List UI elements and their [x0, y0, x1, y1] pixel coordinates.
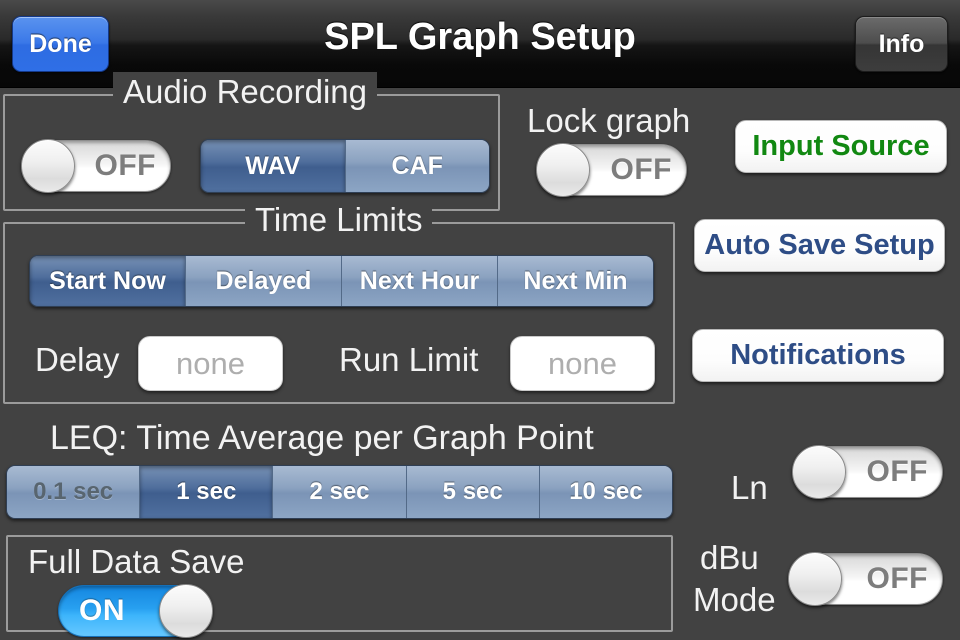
run-limit-label: Run Limit [339, 341, 479, 378]
segment-delayed[interactable]: Delayed [186, 256, 342, 306]
auto-save-setup-button[interactable]: Auto Save Setup [694, 219, 945, 272]
toggle-state-label: OFF [610, 153, 672, 186]
toggle-state-label: OFF [866, 455, 928, 488]
segment-2-sec[interactable]: 2 sec [273, 466, 407, 518]
time-limits-legend: Time Limits [245, 200, 433, 240]
toggle-knob[interactable] [536, 143, 590, 197]
run-limit-input[interactable]: none [510, 336, 655, 391]
segment-10-sec[interactable]: 10 sec [539, 466, 672, 518]
segment-next-min[interactable]: Next Min [498, 256, 653, 306]
toggle-state-label: ON [79, 594, 125, 627]
page-title: SPL Graph Setup [324, 16, 636, 58]
segment-start-now[interactable]: Start Now [30, 256, 186, 306]
segment-0-1-sec: 0.1 sec [7, 466, 141, 518]
segment-1-sec[interactable]: 1 sec [140, 466, 274, 518]
toggle-knob[interactable] [792, 445, 846, 499]
leq-segmented-control[interactable]: 0.1 sec 1 sec 2 sec 5 sec 10 sec [6, 465, 673, 519]
ln-label: Ln [731, 469, 768, 506]
time-limits-group: Time Limits Start Now Delayed Next Hour … [3, 200, 675, 404]
audio-recording-toggle[interactable]: OFF [21, 139, 171, 193]
toggle-knob[interactable] [21, 139, 75, 193]
lock-graph-label: Lock graph [527, 102, 691, 139]
full-data-save-group: Full Data Save ON [6, 535, 673, 638]
delay-input[interactable]: none [138, 336, 283, 391]
dbu-mode-toggle[interactable]: OFF [788, 552, 943, 606]
toggle-state-label: OFF [866, 562, 928, 595]
ln-toggle[interactable]: OFF [792, 445, 943, 499]
audio-format-segmented-control[interactable]: WAV CAF [200, 139, 490, 193]
spl-graph-setup-screen: Done SPL Graph Setup Info Audio Recordin… [0, 0, 960, 640]
full-data-save-toggle[interactable]: ON [58, 584, 213, 638]
audio-recording-group: Audio Recording OFF WAV CAF [3, 72, 500, 211]
toggle-knob[interactable] [159, 584, 213, 638]
segment-caf[interactable]: CAF [345, 140, 489, 192]
segment-wav[interactable]: WAV [201, 140, 346, 192]
dbu-mode-label-line2: Mode [693, 581, 776, 618]
time-limits-segmented-control[interactable]: Start Now Delayed Next Hour Next Min [29, 255, 654, 307]
audio-recording-legend: Audio Recording [113, 72, 377, 112]
input-source-button[interactable]: Input Source [735, 120, 947, 173]
dbu-mode-label-line1: dBu [700, 539, 759, 576]
toggle-knob[interactable] [788, 552, 842, 606]
segment-next-hour[interactable]: Next Hour [342, 256, 498, 306]
delay-label: Delay [35, 341, 120, 378]
notifications-button[interactable]: Notifications [692, 329, 944, 382]
leq-title: LEQ: Time Average per Graph Point [50, 419, 594, 457]
segment-5-sec[interactable]: 5 sec [406, 466, 540, 518]
info-button[interactable]: Info [855, 16, 948, 72]
lock-graph-toggle[interactable]: OFF [536, 143, 687, 197]
toggle-state-label: OFF [94, 149, 156, 182]
full-data-save-label: Full Data Save [28, 543, 245, 580]
